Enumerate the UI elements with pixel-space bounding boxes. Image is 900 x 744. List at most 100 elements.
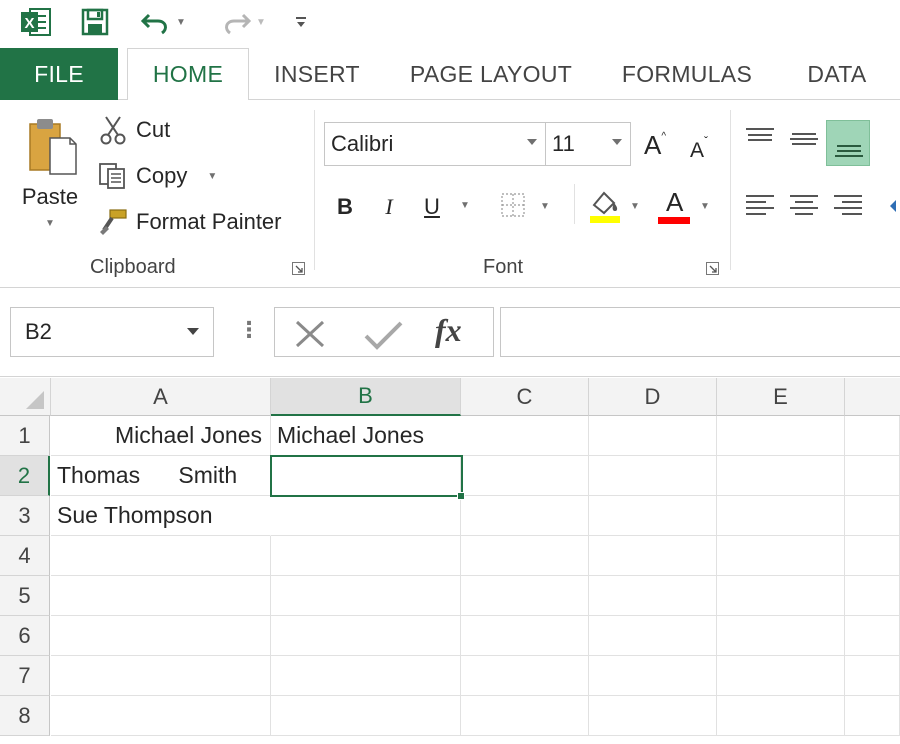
cell-a3[interactable]: Sue Thompson [51,496,271,536]
fill-handle[interactable] [457,492,465,500]
cell-f6[interactable] [845,616,900,656]
tab-file[interactable]: FILE [0,48,118,100]
column-header-b[interactable]: B [271,378,461,416]
cell-d4[interactable] [589,536,717,576]
cell-f8[interactable] [845,696,900,736]
chevron-down-icon[interactable] [612,139,622,145]
cell-b5[interactable] [271,576,461,616]
redo-button[interactable]: ▼ [214,4,272,40]
cell-d3[interactable] [589,496,717,536]
cell-c5[interactable] [461,576,589,616]
cell-f5[interactable] [845,576,900,616]
cell-a5[interactable] [51,576,271,616]
cell-c4[interactable] [461,536,589,576]
save-icon[interactable] [78,4,112,40]
cell-c2[interactable] [461,456,589,496]
chevron-down-icon[interactable]: ▼ [45,218,55,229]
chevron-down-icon[interactable]: ▼ [540,201,550,212]
cell-f4[interactable] [845,536,900,576]
cell-a7[interactable] [51,656,271,696]
cell-a8[interactable] [51,696,271,736]
dialog-launcher-icon[interactable] [706,262,719,275]
column-header-c[interactable]: C [461,378,589,416]
borders-button[interactable]: ▼ [494,188,550,224]
align-right-icon[interactable] [832,192,864,218]
cell-c1[interactable] [461,416,589,456]
name-box[interactable]: B2 [10,307,214,357]
decrease-indent-icon[interactable] [882,194,900,218]
cell-f7[interactable] [845,656,900,696]
select-all-corner[interactable] [0,378,51,416]
cell-b8[interactable] [271,696,461,736]
cell-a1[interactable]: Michael Jones [51,416,271,456]
bold-button[interactable]: B [334,190,356,224]
underline-button[interactable]: U [420,190,444,224]
chevron-down-icon[interactable]: ▼ [207,171,217,182]
cell-c6[interactable] [461,616,589,656]
cell-e5[interactable] [717,576,845,616]
cancel-icon[interactable] [293,320,327,348]
cell-e7[interactable] [717,656,845,696]
cell-e2[interactable] [717,456,845,496]
cut-button[interactable]: Cut [98,114,170,146]
column-header-a[interactable]: A [51,378,271,416]
more-options-icon[interactable]: ⋮ [238,317,260,343]
italic-button[interactable]: I [378,190,400,224]
cell-a2[interactable]: Thomas Smith [51,456,271,496]
cell-b3[interactable] [271,496,461,536]
font-name-combo[interactable]: Calibri [324,122,546,166]
align-bottom-button[interactable] [826,120,870,166]
paste-button[interactable]: Paste ▼ [14,116,86,240]
cell-c3[interactable] [461,496,589,536]
customize-qat-icon[interactable] [288,4,314,40]
cell-b6[interactable] [271,616,461,656]
cell-b1[interactable]: Michael Jones [271,416,461,456]
row-header-3[interactable]: 3 [0,496,50,536]
cell-c7[interactable] [461,656,589,696]
font-size-combo[interactable]: 11 [545,122,631,166]
cell-b2[interactable] [271,456,461,496]
chevron-down-icon[interactable]: ▼ [700,201,710,212]
dialog-launcher-icon[interactable] [292,262,305,275]
chevron-down-icon[interactable]: ▼ [176,17,186,28]
row-header-7[interactable]: 7 [0,656,50,696]
cell-a6[interactable] [51,616,271,656]
cell-b7[interactable] [271,656,461,696]
row-header-2[interactable]: 2 [0,456,50,496]
align-middle-icon[interactable] [788,126,820,150]
cell-e1[interactable] [717,416,845,456]
insert-function-button[interactable]: fx [435,312,462,349]
row-header-8[interactable]: 8 [0,696,50,736]
tab-insert[interactable]: INSERT [262,48,372,100]
chevron-down-icon[interactable]: ▼ [630,201,640,212]
chevron-down-icon[interactable]: ▼ [256,17,266,28]
cell-f3[interactable] [845,496,900,536]
cell-d1[interactable] [589,416,717,456]
cell-f1[interactable] [845,416,900,456]
row-header-4[interactable]: 4 [0,536,50,576]
column-header-e[interactable]: E [717,378,845,416]
cell-e3[interactable] [717,496,845,536]
cell-f2[interactable] [845,456,900,496]
chevron-down-icon[interactable] [527,139,537,145]
tab-home[interactable]: HOME [127,48,249,101]
cell-d6[interactable] [589,616,717,656]
cell-b4[interactable] [271,536,461,576]
align-top-icon[interactable] [744,126,776,150]
format-painter-button[interactable]: Format Painter [98,206,282,238]
column-header-d[interactable]: D [589,378,717,416]
row-header-5[interactable]: 5 [0,576,50,616]
cell-d8[interactable] [589,696,717,736]
tab-page-layout[interactable]: PAGE LAYOUT [400,48,582,100]
cell-d2[interactable] [589,456,717,496]
cell-d7[interactable] [589,656,717,696]
cell-e4[interactable] [717,536,845,576]
align-center-icon[interactable] [788,192,820,218]
tab-formulas[interactable]: FORMULAS [612,48,762,100]
cell-a4[interactable] [51,536,271,576]
enter-icon[interactable] [363,320,403,350]
chevron-down-icon[interactable]: ▼ [460,200,470,211]
cell-e8[interactable] [717,696,845,736]
font-color-button[interactable]: A ▼ [658,186,710,226]
undo-button[interactable]: ▼ [134,4,192,40]
